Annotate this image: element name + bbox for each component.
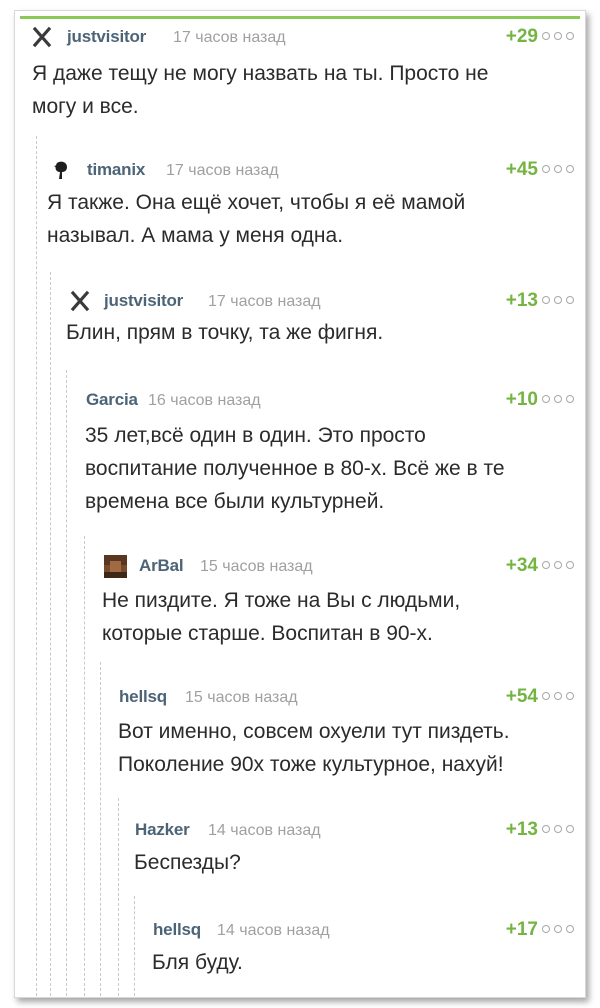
more-options-icon[interactable] [542,165,574,173]
comment-text-line: Я даже тещу не могу назвать на ты. Прост… [32,62,489,85]
rating-value: +54 [505,686,538,707]
more-options-icon[interactable] [542,692,574,700]
thread-branch-line [66,370,67,996]
comment-time[interactable]: 15 часов назад [185,687,298,709]
comment-header: ArBal 15 часов назад +34 [0,555,600,579]
x-icon[interactable] [70,290,90,312]
comment-text: Беспезды? [134,846,576,879]
comment-text-line: Не пиздите. Я тоже на Вы с людьми, [102,589,461,612]
author-name[interactable]: hellsq [119,686,167,708]
comment-time[interactable]: 17 часов назад [208,291,321,313]
comment-time[interactable]: 16 часов назад [148,390,261,412]
comment-text-line: называл. А мама у меня одна. [47,224,344,247]
rating-value: +13 [505,290,538,311]
author-name[interactable]: ArBal [139,555,184,577]
comment-text: Вот именно, совсем охуели тут пиздеть. П… [118,715,576,781]
rating-value: +29 [505,26,538,47]
comment-text: Блин, прям в точку, та же фигня. [66,316,576,349]
comment-header: hellsq 15 часов назад +54 [0,686,600,710]
comment-time[interactable]: 17 часов назад [166,160,279,182]
more-options-icon[interactable] [542,395,574,403]
author-name[interactable]: timanix [87,159,145,181]
comment-header: justvisitor 17 часов назад +13 [0,290,600,314]
comment-text: Не пиздите. Я тоже на Вы с людьми, котор… [102,584,576,650]
comment-text-line: Бля буду. [152,951,243,974]
author-name[interactable]: justvisitor [104,290,183,312]
more-options-icon[interactable] [542,296,574,304]
comment-text: Я также. Она ещё хочет, чтобы я её мамой… [47,186,576,252]
author-name[interactable]: justvisitor [67,26,146,48]
user-avatar-dark[interactable] [50,159,70,181]
thread-top-line [20,16,580,19]
comment-text-line: которые старше. Воспитан в 90-х. [102,622,433,645]
rating-value: +10 [505,389,538,410]
comment-text-line: времена все были культурней. [85,490,385,513]
comment-time[interactable]: 14 часов назад [217,920,330,942]
comment-text: Я даже тещу не могу назвать на ты. Прост… [32,57,576,123]
rating-value: +17 [505,919,538,940]
x-icon[interactable] [32,26,52,48]
comment-text-line: Я также. Она ещё хочет, чтобы я её мамой [47,191,466,214]
rating-value: +34 [505,555,538,576]
comment-text: 35 лет,всё один в один. Это просто воспи… [85,419,576,518]
comment-text-line: Поколение 90х тоже культурное, нахуй! [118,753,504,776]
comment-text-line: могу и все. [32,95,139,118]
comment-header: Hazker 14 часов назад +13 [0,819,600,843]
author-name[interactable]: hellsq [153,919,201,941]
thread-branch-line [50,272,51,996]
comment-time[interactable]: 14 часов назад [208,820,321,842]
comment-header: Garcia 16 часов назад +10 [0,389,600,413]
comment-header: timanix 17 часов назад +45 [0,159,600,183]
comment-header: justvisitor 17 часов назад +29 [0,26,600,50]
comment-text-line: Блин, прям в точку, та же фигня. [66,321,384,344]
comment-text-line: 35 лет,всё один в один. Это просто [85,424,426,447]
more-options-icon[interactable] [542,32,574,40]
comment-text-line: Беспезды? [134,851,241,874]
comment-text-line: Вот именно, совсем охуели тут пиздеть. [118,720,510,743]
comment-time[interactable]: 15 часов назад [200,556,313,578]
comment-text: Бля буду. [152,946,576,979]
author-name[interactable]: Garcia [86,389,138,411]
author-name[interactable]: Hazker [135,819,190,841]
comment-text-line: воспитание полученное в 80-х. Всё же в т… [85,457,505,480]
more-options-icon[interactable] [542,825,574,833]
rating-value: +45 [505,159,538,180]
comment-time[interactable]: 17 часов назад [173,27,286,49]
user-avatar-brown[interactable] [104,555,127,578]
more-options-icon[interactable] [542,561,574,569]
thread-branch-line [134,896,135,996]
comment-header: hellsq 14 часов назад +17 [0,919,600,943]
rating-value: +13 [505,819,538,840]
more-options-icon[interactable] [542,925,574,933]
